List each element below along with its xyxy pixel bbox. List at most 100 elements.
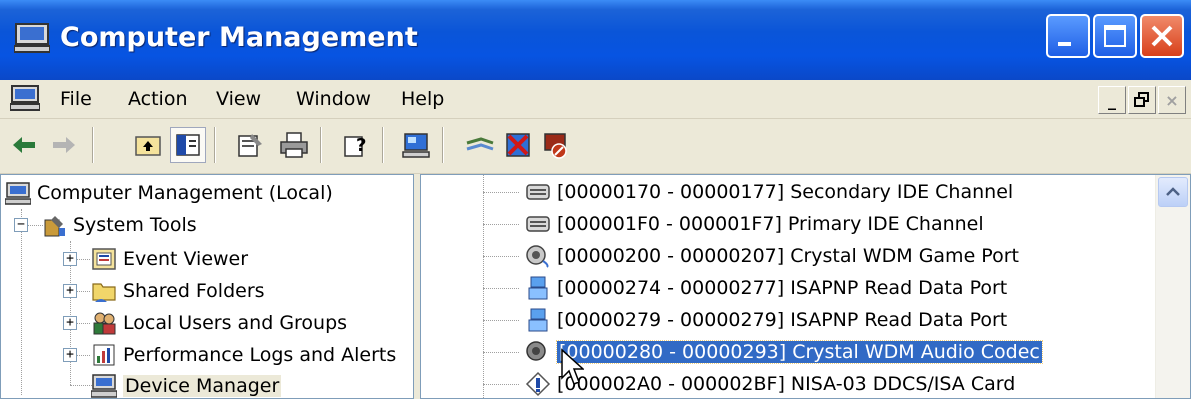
chevron-up-icon [1166, 187, 1180, 196]
help-button[interactable]: ? [338, 127, 374, 163]
toolbar-separator [214, 127, 216, 163]
uninstall-button[interactable] [500, 127, 536, 163]
device-row[interactable]: [00000170 - 00000177] Secondary IDE Chan… [525, 176, 1013, 208]
up-folder-icon [135, 136, 161, 156]
properties-button[interactable] [232, 127, 268, 163]
system-tools-icon [41, 212, 67, 238]
back-button[interactable] [6, 127, 42, 163]
device-manager-toolbar-button[interactable] [398, 127, 434, 163]
tree-node-system-tools[interactable]: System Tools [41, 209, 197, 241]
performance-logs-icon [91, 342, 117, 368]
tree-node-performance-logs[interactable]: Performance Logs and Alerts [91, 339, 396, 371]
help-icon: ? [344, 135, 366, 157]
device-label: [00000279 - 00000279] ISAPNP Read Data P… [557, 309, 1008, 331]
tree-node-label: Local Users and Groups [123, 312, 348, 334]
expand-toggle[interactable]: + [63, 284, 77, 298]
collapse-toggle[interactable]: − [14, 218, 28, 232]
up-one-level-button[interactable] [130, 127, 166, 163]
minimize-button[interactable] [1046, 14, 1090, 58]
vertical-scrollbar[interactable] [1155, 175, 1190, 398]
tree-guide-line [483, 288, 519, 289]
device-label: [000001F0 - 000001F7] Primary IDE Channe… [557, 213, 984, 235]
device-row[interactable]: [000001F0 - 000001F7] Primary IDE Channe… [525, 208, 984, 240]
device-row[interactable]: [00000200 - 00000207] Crystal WDM Game P… [525, 240, 1019, 272]
shared-folder-icon [91, 278, 117, 304]
menu-window[interactable]: Window [296, 88, 371, 110]
ide-channel-icon [525, 179, 551, 205]
disable-device-icon [544, 133, 567, 159]
tree-node-label: Event Viewer [123, 248, 249, 270]
sound-device-icon [525, 243, 551, 269]
expand-toggle[interactable]: + [63, 252, 77, 266]
device-label: [00000170 - 00000177] Secondary IDE Chan… [557, 181, 1014, 203]
child-minimize-button[interactable]: _ [1098, 86, 1126, 114]
toolbar-separator [442, 127, 444, 163]
computer-icon [5, 180, 31, 206]
device-manager-icon [91, 373, 117, 398]
tree-node-device-manager[interactable]: Device Manager [91, 370, 282, 398]
minimize-icon [1058, 42, 1071, 46]
show-hide-tree-icon [176, 134, 200, 156]
expand-toggle[interactable]: + [63, 316, 77, 330]
tree-guide-line [483, 352, 519, 353]
device-label: [00000280 - 00000293] Crystal WDM Audio … [556, 340, 1043, 364]
tree-node-label: Shared Folders [123, 280, 265, 302]
device-row-selected[interactable]: [00000280 - 00000293] Crystal WDM Audio … [525, 336, 1043, 368]
menu-action[interactable]: Action [128, 88, 188, 110]
close-button[interactable] [1140, 14, 1184, 58]
tree-guide-line [483, 256, 519, 257]
svg-text:?: ? [356, 135, 366, 156]
tree-guide-line [483, 175, 484, 398]
device-row[interactable]: [00000279 - 00000279] ISAPNP Read Data P… [525, 304, 1007, 336]
sound-device-icon [525, 339, 551, 365]
scroll-up-button[interactable] [1158, 177, 1188, 207]
expand-toggle[interactable]: + [63, 348, 77, 362]
unknown-device-icon [525, 371, 551, 397]
restore-icon [1134, 92, 1149, 107]
menu-bar: File Action View Window Help [0, 80, 1191, 119]
mdi-controls: _ × [1098, 86, 1186, 114]
computer-management-icon [14, 23, 50, 53]
tree-guide-line [483, 320, 519, 321]
print-button[interactable] [276, 127, 312, 163]
console-tree[interactable]: Computer Management (Local) − System Too… [0, 174, 414, 399]
device-label: [00000200 - 00000207] Crystal WDM Game P… [557, 245, 1019, 267]
computer-management-icon[interactable] [10, 84, 40, 112]
system-device-icon [525, 307, 551, 333]
menu-help[interactable]: Help [401, 88, 444, 110]
maximize-button[interactable] [1093, 14, 1137, 58]
show-hide-tree-button[interactable] [170, 127, 206, 163]
tree-guide-line [483, 224, 519, 225]
system-device-icon [525, 275, 551, 301]
title-bar[interactable]: Computer Management [0, 0, 1191, 81]
device-row[interactable]: [000002A0 - 000002BF] NISA-03 DDCS/ISA C… [525, 368, 1016, 398]
device-row[interactable]: [00000274 - 00000277] ISAPNP Read Data P… [525, 272, 1007, 304]
scan-hardware-button[interactable] [462, 127, 498, 163]
forward-button[interactable] [46, 127, 82, 163]
tree-node-label: Performance Logs and Alerts [123, 344, 397, 366]
tree-guide-line [21, 209, 22, 395]
tree-node-label: System Tools [73, 214, 197, 236]
event-viewer-icon [91, 246, 117, 272]
network-icon [466, 137, 494, 151]
computer-management-window: Computer Management File Action View Win… [0, 0, 1191, 399]
tree-node-root[interactable]: Computer Management (Local) [5, 177, 333, 209]
device-list-pane[interactable]: [00000170 - 00000177] Secondary IDE Chan… [420, 174, 1191, 399]
child-restore-button[interactable] [1128, 86, 1156, 114]
menu-view[interactable]: View [216, 88, 261, 110]
device-manager-icon [402, 133, 430, 158]
disable-device-button[interactable] [538, 127, 574, 163]
tree-node-event-viewer[interactable]: Event Viewer [91, 243, 248, 275]
mouse-pointer-icon [561, 348, 584, 385]
tree-node-local-users[interactable]: Local Users and Groups [91, 307, 347, 339]
tree-node-shared-folders[interactable]: Shared Folders [91, 275, 265, 307]
maximize-icon [1104, 25, 1126, 47]
toolbar: ? [0, 119, 1191, 174]
window-title: Computer Management [60, 22, 418, 53]
tree-guide-line [483, 192, 519, 193]
back-arrow-icon [13, 137, 35, 153]
device-label: [000002A0 - 000002BF] NISA-03 DDCS/ISA C… [557, 373, 1016, 395]
child-close-button[interactable]: × [1158, 86, 1186, 114]
toolbar-separator [382, 127, 384, 163]
menu-file[interactable]: File [60, 88, 92, 110]
